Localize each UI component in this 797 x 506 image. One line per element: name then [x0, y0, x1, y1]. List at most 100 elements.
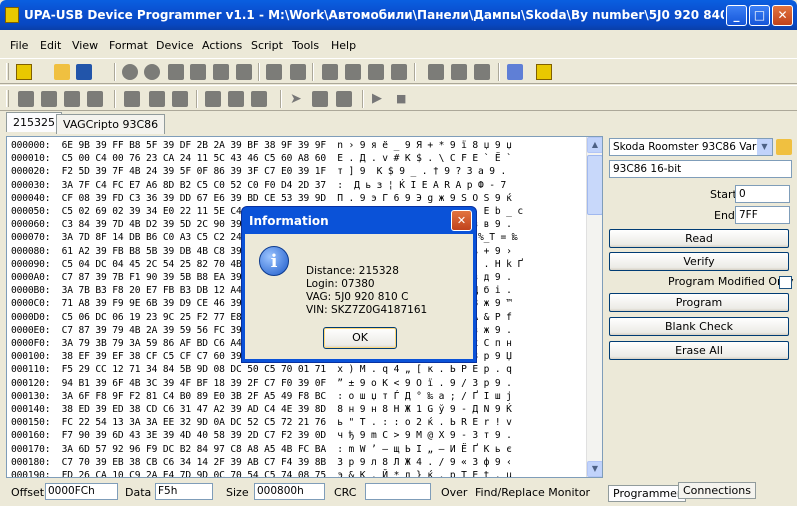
hex-row[interactable]: 000170: 3A 6D 57 92 96 F9 DC B2 84 97 C8…: [11, 444, 512, 456]
ok-button[interactable]: OK: [323, 327, 397, 349]
replace-icon[interactable]: [290, 64, 306, 80]
scroll-down-icon[interactable]: ▼: [587, 461, 602, 477]
hex-row[interactable]: 000020: F2 5D 39 7F 4B 24 39 5F 0F 86 39…: [11, 166, 506, 178]
refresh-icon[interactable]: [391, 64, 407, 80]
blank-check-button[interactable]: Blank Check: [609, 317, 789, 336]
menu-tools[interactable]: Tools: [292, 39, 319, 52]
hex-row[interactable]: 000190: FD 26 CA 10 C9 2A E4 7D 9D 0C 70…: [11, 470, 512, 477]
minimize-button[interactable]: _: [726, 5, 747, 26]
program-modified-only-label: Program Modified Only: [668, 275, 794, 288]
hex-row[interactable]: 000010: C5 00 C4 00 76 23 CA 24 11 5C 43…: [11, 153, 512, 165]
hex-row[interactable]: 000150: FC 22 54 13 3A 3A EE 32 9D 0A DC…: [11, 417, 512, 429]
dialog-close-icon[interactable]: ✕: [451, 210, 472, 231]
frame-icon[interactable]: [336, 91, 352, 107]
hex-row[interactable]: 000160: F7 90 39 6D 43 3E 39 4D 40 58 39…: [11, 430, 512, 442]
delete-icon[interactable]: [236, 64, 252, 80]
page4-icon[interactable]: [428, 64, 444, 80]
grid-icon[interactable]: [474, 64, 490, 80]
find-icon[interactable]: [266, 64, 282, 80]
menu-file[interactable]: File: [10, 39, 28, 52]
select-icon[interactable]: [64, 91, 80, 107]
overwrite-mode: Over: [441, 486, 468, 499]
block6-icon[interactable]: [251, 91, 267, 107]
vertical-scrollbar[interactable]: ▲ ▼: [586, 137, 602, 477]
start-label: Start: [710, 188, 737, 201]
block-icon[interactable]: [124, 91, 140, 107]
scroll-up-icon[interactable]: ▲: [587, 137, 602, 153]
page2-icon[interactable]: [345, 64, 361, 80]
tab-connections[interactable]: Connections: [678, 482, 756, 499]
play-icon[interactable]: ▶: [372, 91, 388, 107]
move-icon[interactable]: [87, 91, 103, 107]
hex-row[interactable]: 000180: C7 70 39 EB 38 CB C6 34 14 2F 39…: [11, 457, 512, 469]
hex-row[interactable]: 000140: 38 ED 39 ED 38 CD C6 31 47 A2 39…: [11, 404, 512, 416]
crc-field[interactable]: [365, 483, 431, 500]
hex-row[interactable]: 000120: 94 B1 39 6F 4B 3C 39 4F BF 18 39…: [11, 378, 512, 390]
menu-format[interactable]: Format: [109, 39, 148, 52]
read-button[interactable]: Read: [609, 229, 789, 248]
edit-icon[interactable]: [507, 64, 523, 80]
scroll-thumb[interactable]: [587, 155, 602, 215]
block5-icon[interactable]: [228, 91, 244, 107]
window-title: UPA-USB Device Programmer v1.1 - M:\Work…: [24, 8, 724, 22]
block3-icon[interactable]: [172, 91, 188, 107]
zoom-icon[interactable]: [312, 91, 328, 107]
page3-icon[interactable]: [368, 64, 384, 80]
cut-icon[interactable]: [168, 64, 184, 80]
erase-all-button[interactable]: Erase All: [609, 341, 789, 360]
menu-view[interactable]: View: [72, 39, 98, 52]
find-replace-monitor[interactable]: Find/Replace Monitor: [475, 486, 590, 499]
offset-field[interactable]: 0000FCh: [45, 483, 118, 500]
hex-row[interactable]: 000040: CF 08 39 FD C3 36 39 DD 67 E6 39…: [11, 193, 512, 205]
chevron-down-icon[interactable]: ▼: [757, 139, 772, 155]
toolbar-grip-2[interactable]: [6, 90, 9, 107]
tab-215325[interactable]: 215325: [6, 112, 62, 132]
window-titlebar[interactable]: UPA-USB Device Programmer v1.1 - M:\Work…: [0, 0, 797, 30]
hex-row[interactable]: 000030: 3A 7F C4 FC E7 A6 8D B2 C5 C0 52…: [11, 180, 506, 192]
size-field[interactable]: 000800h: [254, 483, 325, 500]
maximize-button[interactable]: □: [749, 5, 770, 26]
dialog-login: Login: 07380: [306, 278, 375, 290]
hex-row[interactable]: 000000: 6E 9B 39 FF B8 5F 39 DF 2B 2A 39…: [11, 140, 512, 152]
block4-icon[interactable]: [205, 91, 221, 107]
block2-icon[interactable]: [149, 91, 165, 107]
menu-script[interactable]: Script: [251, 39, 283, 52]
stop-square-icon[interactable]: ■: [396, 91, 412, 107]
end-input[interactable]: 7FF: [735, 206, 790, 224]
dialog-distance: Distance: 215328: [306, 265, 399, 277]
stop-icon[interactable]: [144, 64, 160, 80]
program-button[interactable]: Program: [609, 293, 789, 312]
data-field[interactable]: F5h: [155, 483, 213, 500]
chip-icon[interactable]: [16, 64, 32, 80]
paste-icon[interactable]: [213, 64, 229, 80]
verify-button[interactable]: Verify: [609, 252, 789, 271]
crc-label: CRC: [334, 486, 357, 499]
hex-row[interactable]: 000110: F5 29 CC 12 71 34 84 5B 9D 08 DC…: [11, 364, 512, 376]
probe2-icon[interactable]: [41, 91, 57, 107]
tab-programmer[interactable]: Programmer: [608, 485, 687, 502]
probe-icon[interactable]: [18, 91, 34, 107]
save-icon[interactable]: [76, 64, 92, 80]
menu-device[interactable]: Device: [156, 39, 194, 52]
start-input[interactable]: 0: [735, 185, 790, 203]
settings-icon[interactable]: [536, 64, 552, 80]
toolbar-grip[interactable]: [6, 63, 9, 80]
menu-actions[interactable]: Actions: [202, 39, 242, 52]
device-select[interactable]: Skoda Roomster 93C86 Var1 ▼: [609, 138, 773, 156]
page-icon[interactable]: [322, 64, 338, 80]
hex-row[interactable]: 000130: 3A 6F F8 9F F2 81 C4 B0 89 E0 3B…: [11, 391, 512, 403]
page5-icon[interactable]: [451, 64, 467, 80]
menu-edit[interactable]: Edit: [40, 39, 61, 52]
document-tabs: 215325 VAGCripto 93C86: [0, 112, 605, 134]
menu-help[interactable]: Help: [331, 39, 356, 52]
device-type-field: 93C86 16-bit: [609, 160, 792, 178]
program-modified-only-checkbox[interactable]: [779, 276, 792, 289]
open-folder-icon[interactable]: [54, 64, 70, 80]
copy-icon[interactable]: [190, 64, 206, 80]
dialog-body: i Distance: 215328 Login: 07380 VAG: 5J0…: [245, 234, 473, 359]
open-folder-icon[interactable]: [776, 139, 792, 155]
close-button[interactable]: ✕: [772, 5, 793, 26]
cursor-icon[interactable]: ➤: [290, 91, 306, 107]
tab-vagcripto[interactable]: VAGCripto 93C86: [56, 114, 166, 134]
record-icon[interactable]: [122, 64, 138, 80]
